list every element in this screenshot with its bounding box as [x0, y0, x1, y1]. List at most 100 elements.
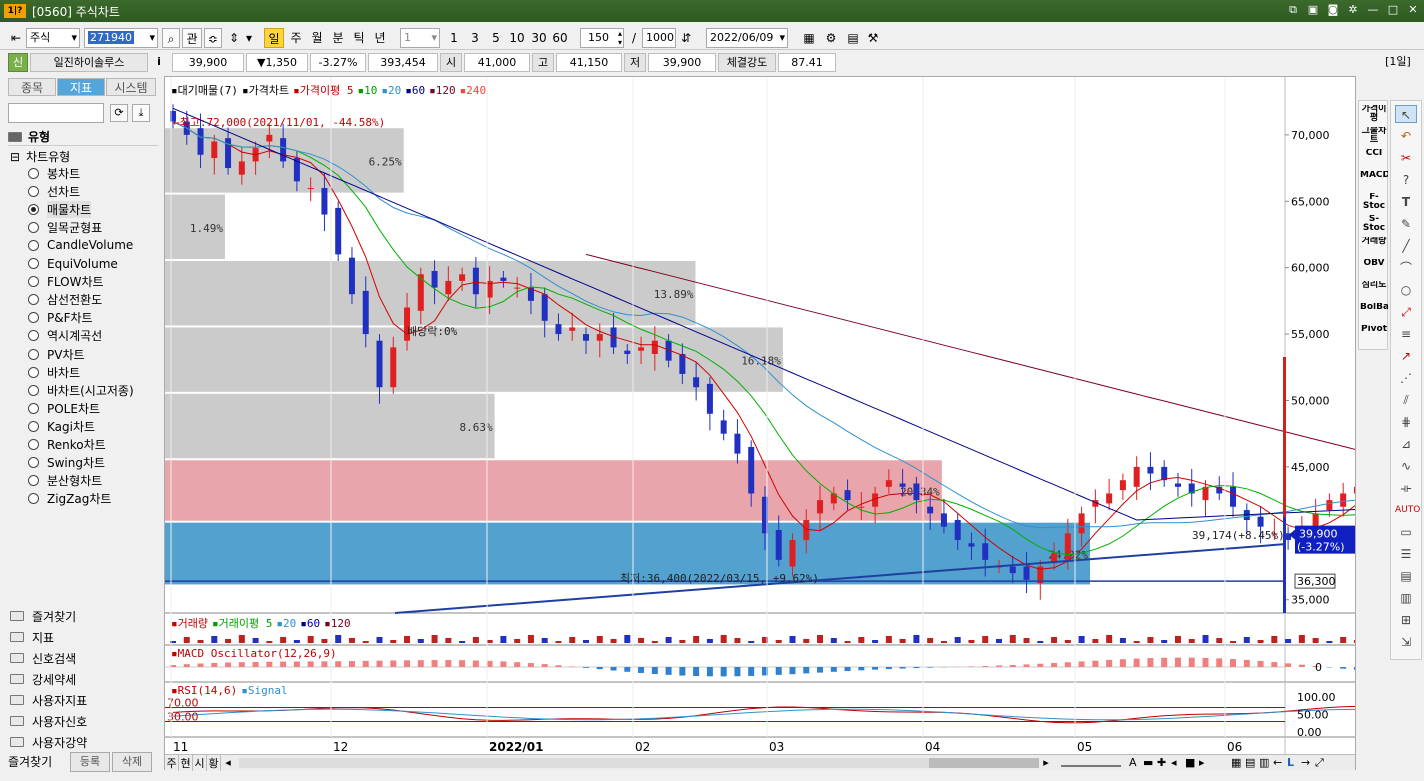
bottom-tab-1[interactable]: 현 [179, 754, 193, 771]
diagonal-icon[interactable]: ⤢ [1395, 303, 1417, 321]
radio-icon[interactable] [28, 185, 39, 197]
chart-settings-icon[interactable]: ▦ [800, 28, 818, 48]
indicator-button[interactable]: 그물차트 [1360, 127, 1388, 147]
bottom-item-strength[interactable]: 강세약세 [10, 669, 158, 689]
legend-item[interactable]: 120 [331, 617, 351, 630]
chart-area[interactable]: 6.25%1.49%13.89%16.18%8.63%20.34%24.22%←… [164, 76, 1356, 771]
tab-systems[interactable]: 시스템 [106, 78, 156, 96]
date-select[interactable]: 2022/06/09 ▾ [706, 28, 788, 48]
plus-icon[interactable]: ✚ [1157, 756, 1171, 769]
fan-icon[interactable]: ⋰ [1395, 369, 1417, 387]
code-input[interactable]: 271940 ▾ [84, 28, 158, 48]
copy-icon[interactable]: ▣ [1306, 3, 1320, 17]
forward-icon[interactable]: → [1301, 756, 1315, 769]
indicator-button[interactable]: Pivot [1360, 325, 1388, 345]
legend-item[interactable]: 20 [388, 84, 401, 97]
scroll-left-icon[interactable]: ◂ [221, 756, 235, 769]
bottom-item-signal-search[interactable]: 신호검색 [10, 648, 158, 668]
bottom-item-user-strength[interactable]: 사용자강약 [10, 732, 158, 752]
bottom-item-user-signals[interactable]: 사용자신호 [10, 711, 158, 731]
channel-icon[interactable]: ⫽ [1395, 391, 1417, 409]
radio-icon[interactable] [28, 348, 39, 360]
delete-button[interactable]: 삭제 [112, 752, 152, 772]
bottom-tab-3[interactable]: 황 [207, 754, 221, 771]
tab-stocks[interactable]: 종목 [8, 78, 56, 96]
chart-type-group[interactable]: ⊟ 차트유형 [10, 148, 70, 165]
radio-icon[interactable] [28, 330, 39, 342]
radio-icon[interactable] [28, 294, 39, 306]
legend-item[interactable]: 대기매물(7) [178, 84, 238, 97]
radio-icon[interactable] [28, 493, 39, 505]
delete-all-icon[interactable]: ✂ [1395, 149, 1417, 167]
register-button[interactable]: 등록 [70, 752, 110, 772]
gear-icon[interactable]: ✲ [1346, 3, 1360, 17]
period-year[interactable]: 년 [370, 28, 390, 48]
indicator-button[interactable]: F-Stoc [1360, 193, 1388, 213]
step-back-icon[interactable]: ◂ [1171, 756, 1185, 769]
camera-icon[interactable]: ◙ [1326, 3, 1340, 17]
radio-icon[interactable] [28, 475, 39, 487]
config-icon[interactable]: ⚙ [822, 28, 840, 48]
fibo-icon[interactable]: ⋕ [1395, 413, 1417, 431]
max-count-input[interactable]: 1000 [642, 28, 676, 48]
period-tick[interactable]: 틱 [349, 28, 369, 48]
curve-icon[interactable]: ⌒ [1395, 259, 1417, 277]
zoom-out-icon[interactable]: A [1129, 756, 1143, 769]
radio-icon[interactable] [28, 457, 39, 469]
gwan-button[interactable]: 관 [182, 28, 202, 48]
radio-icon[interactable] [28, 366, 39, 378]
legend-item[interactable]: 10 [364, 84, 377, 97]
legend-item[interactable]: 거래이평 5 [219, 617, 273, 630]
chart-type-item[interactable]: 선차트 [28, 182, 80, 200]
period-minute[interactable]: 분 [328, 28, 348, 48]
indicator-button[interactable]: MACD [1360, 171, 1388, 191]
refresh-icon[interactable]: ⟳ [110, 104, 128, 122]
compare-icon[interactable]: ⊞ [1395, 611, 1417, 629]
ray-icon[interactable]: ↗ [1395, 347, 1417, 365]
cross-icon[interactable]: ⟛ [1395, 479, 1417, 497]
stop-icon[interactable]: ■ [1185, 756, 1199, 769]
search-input[interactable] [8, 103, 104, 123]
market-select[interactable]: 주식 ▾ [26, 28, 80, 48]
radio-icon[interactable] [28, 203, 39, 215]
radio-icon[interactable] [28, 384, 39, 396]
bottom-item-user-indicators[interactable]: 사용자지표 [10, 690, 158, 710]
chart-type-item[interactable]: 매물차트 [28, 200, 92, 218]
chart-type-item[interactable]: 분산형차트 [28, 472, 102, 490]
updown-icon[interactable]: ⇕ [226, 28, 242, 48]
legend-item[interactable]: 60 [412, 84, 425, 97]
legend-item[interactable]: RSI(14,6) [178, 684, 238, 697]
period-week[interactable]: 주 [286, 28, 306, 48]
bottom-tab-2[interactable]: 시 [193, 754, 207, 771]
chart-type-item[interactable]: ZigZag차트 [28, 490, 111, 508]
radio-icon[interactable] [28, 258, 39, 269]
zoom-slider[interactable] [1061, 759, 1121, 767]
play-icon[interactable]: ▸ [1199, 756, 1213, 769]
radio-icon[interactable] [28, 312, 39, 324]
minus-icon[interactable]: ▬ [1143, 756, 1157, 769]
scroll-right-icon[interactable]: ▸ [1039, 756, 1053, 769]
save-icon[interactable]: ▤ [844, 28, 862, 48]
bottom-item-favorites[interactable]: 즐겨찾기 [10, 606, 158, 626]
maximize-icon[interactable]: □ [1386, 3, 1400, 17]
interval-select[interactable]: 1 ▾ [400, 28, 440, 48]
chart-type-item[interactable]: 바차트(시고저종) [28, 381, 134, 399]
bar-chart-icon[interactable]: ▥ [1395, 589, 1417, 607]
text-icon[interactable]: T [1395, 193, 1417, 211]
footer-favorites-tab[interactable]: 즐겨찾기 [8, 752, 68, 772]
chart-type-item[interactable]: PV차트 [28, 345, 85, 363]
parallel-icon[interactable]: ≡ [1395, 325, 1417, 343]
indicator-button[interactable]: OBV [1360, 259, 1388, 279]
export-icon[interactable]: ⇲ [1395, 633, 1417, 651]
minute-3[interactable]: 3 [467, 28, 483, 48]
chart-type-item[interactable]: Kagi차트 [28, 417, 95, 435]
info-icon[interactable]: i [150, 53, 168, 72]
legend-item[interactable]: Signal [248, 684, 288, 697]
indicator-button[interactable]: S-Stoc [1360, 215, 1388, 235]
chart-type-item[interactable]: 역시계곡선 [28, 327, 102, 345]
cursor-icon[interactable]: ↖ [1395, 105, 1417, 123]
radio-icon[interactable] [28, 239, 39, 251]
bottom-tab-0[interactable]: 주 [165, 754, 179, 771]
tab-indicators[interactable]: 지표 [57, 78, 105, 96]
scrollbar-track[interactable] [239, 757, 1039, 768]
